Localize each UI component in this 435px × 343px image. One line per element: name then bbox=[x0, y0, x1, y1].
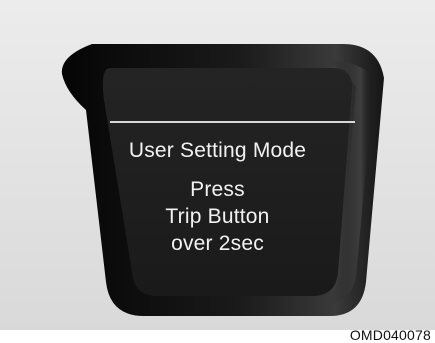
instruction-line-2: Trip Button bbox=[165, 205, 270, 228]
cluster-display-illustration: User Setting Mode Press Trip Button over… bbox=[0, 0, 435, 343]
lcd-display-frame bbox=[61, 44, 384, 316]
instruction-line-1: Press bbox=[190, 178, 245, 201]
mode-title-text: User Setting Mode bbox=[128, 139, 307, 162]
figure-id-label: OMD040078 bbox=[349, 327, 431, 343]
instruction-line-3: over 2sec bbox=[171, 232, 264, 255]
